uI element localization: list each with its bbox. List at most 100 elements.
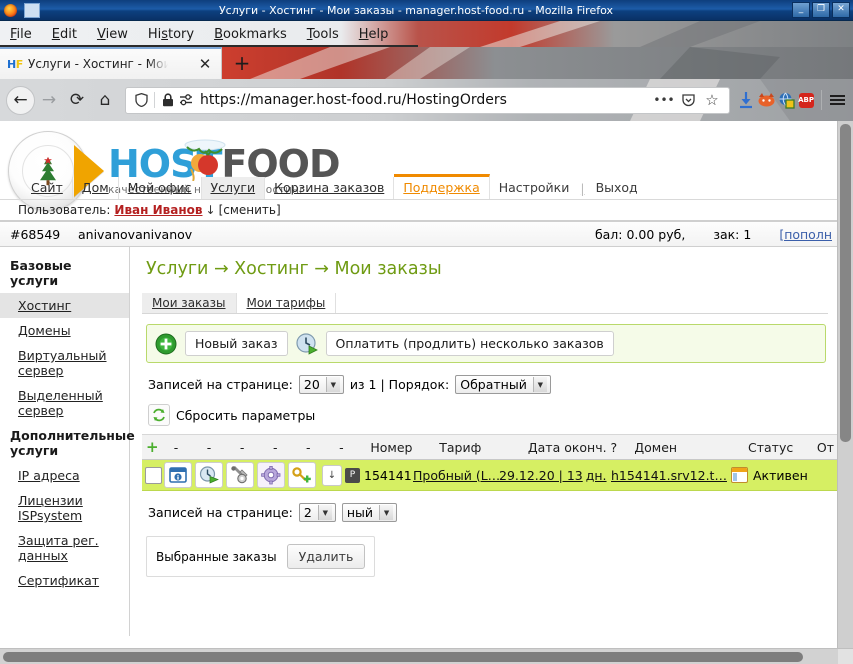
vertical-scrollbar[interactable] bbox=[837, 121, 853, 650]
nav-item-site[interactable]: Сайт bbox=[22, 177, 73, 199]
main-content: Услуги → Хостинг → Мои заказы Мои заказы… bbox=[130, 247, 838, 636]
page-actions-icon[interactable]: ••• bbox=[653, 91, 674, 109]
tab-close-icon[interactable]: ✕ bbox=[197, 56, 213, 72]
menu-bar: File Edit View History Bookmarks Tools H… bbox=[0, 21, 853, 47]
nav-item-my-office[interactable]: Мой офис bbox=[119, 177, 202, 199]
bookmark-star-icon[interactable]: ☆ bbox=[703, 91, 721, 109]
new-order-button[interactable]: Новый заказ bbox=[185, 331, 288, 356]
horizontal-scrollbar[interactable] bbox=[0, 648, 853, 664]
th-end-date[interactable]: Дата оконч. ? bbox=[524, 440, 631, 455]
horizontal-scrollbar-thumb[interactable] bbox=[3, 652, 803, 662]
clock-play-icon[interactable] bbox=[295, 332, 319, 356]
home-button[interactable]: ⌂ bbox=[91, 86, 119, 114]
th-status[interactable]: Статус bbox=[744, 440, 813, 455]
order-days-left[interactable]: дн. bbox=[586, 468, 607, 483]
sidebar-item-virtual-server[interactable]: Виртуальный сервер bbox=[0, 343, 129, 383]
row-checkbox[interactable] bbox=[144, 466, 162, 484]
records-per-page-select[interactable]: 20 ▼ bbox=[298, 375, 344, 394]
th-number[interactable]: Номер bbox=[366, 440, 435, 455]
nav-item-order-basket[interactable]: Корзина заказов bbox=[265, 177, 395, 199]
window-restore-icon[interactable] bbox=[24, 2, 40, 18]
address-bar-divider bbox=[154, 92, 155, 108]
sidebar-item-ip-addresses[interactable]: IP адреса bbox=[0, 463, 129, 488]
reset-parameters-label[interactable]: Сбросить параметры bbox=[176, 408, 315, 423]
th-domain[interactable]: Домен bbox=[630, 440, 744, 455]
nav-item-home[interactable]: Дом bbox=[73, 177, 119, 199]
clock-play-icon[interactable] bbox=[195, 462, 223, 488]
paging-row-top: Записей на странице: 20 ▼ из 1 | Порядок… bbox=[148, 375, 838, 394]
shield-icon[interactable] bbox=[132, 91, 150, 109]
permissions-icon[interactable] bbox=[177, 91, 195, 109]
minimize-button[interactable]: _ bbox=[792, 2, 810, 18]
site-header: HOSTFOOD качественный недорогой хостинг … bbox=[0, 121, 838, 221]
browser-tab-active[interactable]: HF Услуги - Хостинг - Мои з ✕ bbox=[0, 47, 222, 79]
order-select[interactable]: Обратный ▼ bbox=[455, 375, 551, 394]
nav-item-services[interactable]: Услуги bbox=[201, 177, 266, 199]
sidebar-item-certificate[interactable]: Сертификат bbox=[0, 568, 129, 593]
menu-history[interactable]: History bbox=[138, 25, 204, 44]
nav-item-logout[interactable]: Выход bbox=[587, 177, 647, 199]
globe-extension-icon[interactable] bbox=[776, 90, 796, 110]
lock-icon[interactable] bbox=[159, 91, 177, 109]
menu-tools[interactable]: Tools bbox=[297, 25, 349, 44]
menu-file[interactable]: File bbox=[0, 25, 42, 44]
key-add-icon[interactable] bbox=[288, 462, 316, 488]
order-domain-link[interactable]: h154141.srv12.t… bbox=[611, 468, 731, 483]
menu-edit[interactable]: Edit bbox=[42, 25, 87, 44]
row-expand-icon[interactable]: ↓ bbox=[322, 464, 342, 486]
menu-bookmarks[interactable]: Bookmarks bbox=[204, 25, 297, 44]
user-row: Пользователь: Иван Иванов ↓ [сменить] bbox=[0, 200, 838, 221]
user-dropdown-icon[interactable]: ↓ bbox=[206, 203, 216, 217]
close-button[interactable]: ✕ bbox=[832, 2, 850, 18]
downloads-icon[interactable] bbox=[736, 90, 756, 110]
sidebar-item-hosting[interactable]: Хостинг bbox=[0, 293, 129, 318]
menu-hamburger-icon[interactable] bbox=[827, 90, 847, 110]
pocket-icon[interactable] bbox=[679, 91, 697, 109]
plus-circle-icon[interactable] bbox=[154, 332, 178, 356]
reset-parameters-row[interactable]: Сбросить параметры bbox=[148, 404, 838, 426]
tab-my-tariffs[interactable]: Мои тарифы bbox=[237, 293, 337, 313]
th-add-icon[interactable]: + bbox=[142, 438, 170, 456]
wrench-gear-icon[interactable] bbox=[226, 462, 254, 488]
refresh-icon[interactable] bbox=[148, 404, 170, 426]
th-tariff[interactable]: Тариф bbox=[435, 440, 524, 455]
back-button[interactable]: ← bbox=[6, 85, 35, 115]
account-bar: #68549 anivanovanivanov бал: 0.00 руб, з… bbox=[0, 221, 838, 247]
order-select-bottom[interactable]: ный ▼ bbox=[341, 503, 398, 522]
order-end-date[interactable]: 29.12.20 | 13 bbox=[499, 468, 583, 483]
new-tab-button[interactable]: + bbox=[229, 51, 255, 75]
nav-item-support[interactable]: Поддержка bbox=[394, 174, 490, 199]
vertical-scrollbar-thumb[interactable] bbox=[840, 124, 851, 442]
menu-bar-underline bbox=[0, 45, 418, 47]
th-col13[interactable]: От bbox=[813, 440, 838, 455]
gear-icon[interactable] bbox=[257, 462, 285, 488]
address-bar[interactable]: https://manager.host-food.ru/HostingOrde… bbox=[125, 86, 730, 114]
table-row[interactable]: ↓ P 154141 Пробный (L… 29.12.20 | 13 дн. bbox=[142, 460, 838, 491]
info-icon[interactable] bbox=[164, 462, 192, 488]
order-number: 154141 bbox=[364, 467, 412, 483]
menu-view[interactable]: View bbox=[87, 25, 138, 44]
nav-item-settings[interactable]: Настройки bbox=[490, 177, 579, 199]
url-text[interactable]: https://manager.host-food.ru/HostingOrde… bbox=[200, 92, 655, 108]
browser-window: Услуги - Хостинг - Мои заказы - manager.… bbox=[0, 0, 853, 664]
records-per-page-select-bottom[interactable]: 2 ▼ bbox=[298, 503, 336, 522]
delete-button[interactable]: Удалить bbox=[286, 544, 366, 569]
change-user-link[interactable]: [сменить] bbox=[219, 203, 281, 217]
sidebar-item-whois-protection[interactable]: Защита рег. данных bbox=[0, 528, 129, 568]
sidebar-item-ispsystem-licenses[interactable]: Лицензии ISPsystem bbox=[0, 488, 129, 528]
tab-my-orders[interactable]: Мои заказы bbox=[142, 293, 237, 313]
chevron-down-icon: ▼ bbox=[532, 377, 547, 392]
forward-button[interactable]: → bbox=[35, 86, 63, 114]
maximize-button[interactable]: ❐ bbox=[812, 2, 830, 18]
order-tariff-link[interactable]: Пробный (L… bbox=[413, 468, 499, 483]
reload-button[interactable]: ⟳ bbox=[63, 86, 91, 114]
firefox-extension-icon[interactable] bbox=[756, 90, 776, 110]
menu-help[interactable]: Help bbox=[349, 25, 399, 44]
user-name-link[interactable]: Иван Иванов bbox=[114, 203, 202, 217]
pay-multiple-orders-button[interactable]: Оплатить (продлить) несколько заказов bbox=[325, 331, 614, 356]
records-per-page-value-bottom: 2 bbox=[303, 505, 312, 520]
topup-link[interactable]: [пополн bbox=[779, 227, 832, 242]
sidebar-item-dedicated-server[interactable]: Выделенный сервер bbox=[0, 383, 129, 423]
adblock-plus-icon[interactable]: ABP bbox=[796, 90, 816, 110]
sidebar-item-domains[interactable]: Домены bbox=[0, 318, 129, 343]
